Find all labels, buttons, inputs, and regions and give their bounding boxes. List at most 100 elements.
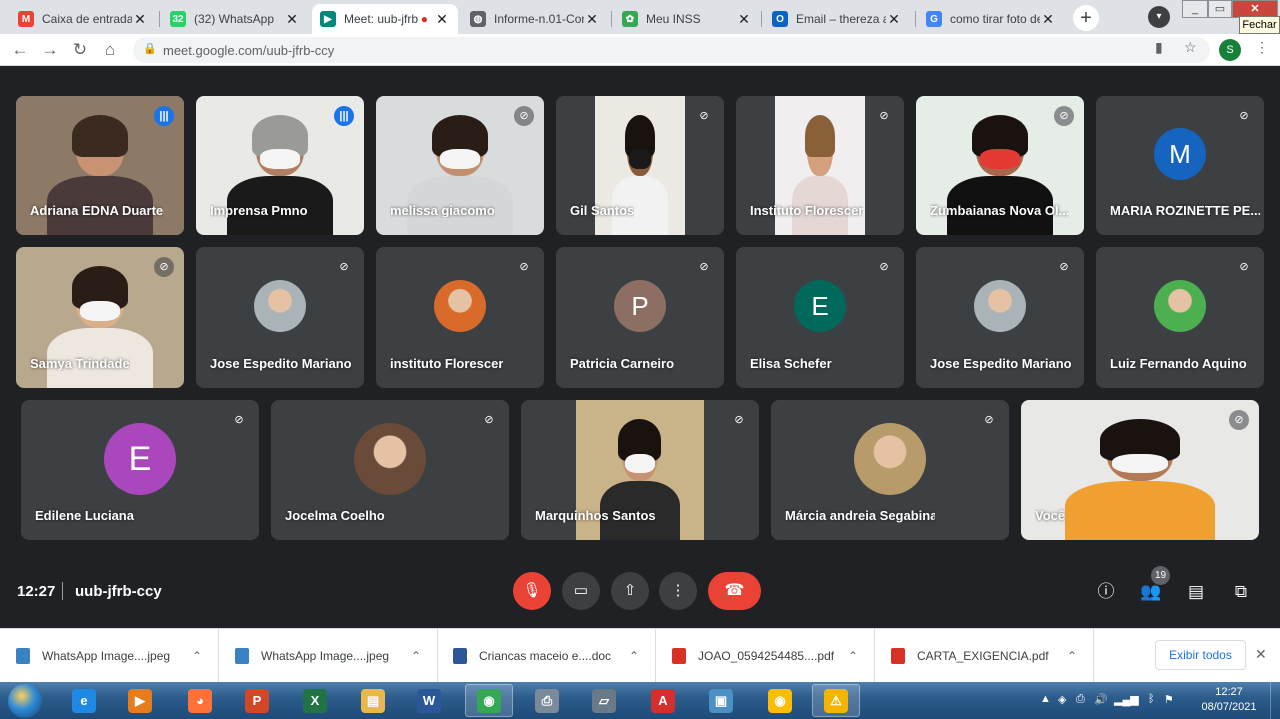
participant-tile[interactable]: ||| Imprensa Pmno bbox=[196, 96, 364, 235]
security-icon[interactable]: ◈ bbox=[1058, 693, 1066, 706]
participant-tile[interactable]: ⊘ Marquinhos Santos bbox=[521, 400, 759, 540]
browser-tab[interactable]: ▶ Meet: uub-jfrb ● ✕ bbox=[312, 4, 458, 34]
participant-tile[interactable]: ||| Adriana EDNA Duarte bbox=[16, 96, 184, 235]
close-tab-icon[interactable]: ✕ bbox=[284, 11, 300, 28]
leave-call-button[interactable]: ☎ bbox=[708, 572, 761, 610]
participant-tile[interactable]: ⊘ instituto Florescer bbox=[376, 247, 544, 388]
download-item[interactable]: Criancas maceio e....doc ⌃ bbox=[437, 629, 656, 683]
printer-tray-icon[interactable]: ⎙ bbox=[1076, 693, 1085, 706]
taskbar-app-button[interactable]: W bbox=[405, 684, 453, 717]
chevron-up-icon[interactable]: ⌃ bbox=[848, 649, 858, 663]
taskbar-app-button[interactable]: ▣ bbox=[697, 684, 745, 717]
browser-tab[interactable]: ✿ Meu INSS ✕ bbox=[614, 4, 760, 34]
maximize-button[interactable]: ▭ bbox=[1208, 0, 1232, 18]
volume-icon[interactable]: 🔊 bbox=[1094, 693, 1108, 706]
participant-tile[interactable]: ⊘ Jose Espedito Mariano bbox=[916, 247, 1084, 388]
taskbar-app-button[interactable]: ◉ bbox=[465, 684, 513, 717]
camera-button[interactable]: ▭ bbox=[562, 572, 600, 610]
start-button[interactable] bbox=[8, 684, 42, 718]
signal-icon[interactable]: ▂▄▆ bbox=[1114, 693, 1139, 706]
download-item[interactable]: WhatsApp Image....jpeg ⌃ bbox=[0, 629, 219, 683]
participant-tile[interactable]: ⊘ Jocelma Coelho bbox=[271, 400, 509, 540]
participant-name: instituto Florescer bbox=[390, 356, 504, 371]
close-tab-icon[interactable]: ✕ bbox=[1040, 11, 1056, 28]
back-arrow-icon[interactable]: ← bbox=[9, 39, 31, 61]
participant-tile[interactable]: E ⊘ Edilene Luciana bbox=[21, 400, 259, 540]
participant-name: Jose Espedito Mariano bbox=[930, 356, 1072, 371]
new-tab-button[interactable]: + bbox=[1073, 5, 1099, 31]
file-icon bbox=[16, 648, 30, 664]
face-mask bbox=[80, 301, 120, 321]
lock-icon: 🔒 bbox=[143, 43, 157, 55]
account-avatar[interactable]: S bbox=[1219, 39, 1241, 61]
download-item[interactable]: JOAO_0594254485....pdf ⌃ bbox=[656, 629, 875, 683]
browser-tab[interactable]: M Caixa de entrada (✕ bbox=[10, 4, 156, 34]
close-download-shelf-icon[interactable]: ✕ bbox=[1255, 646, 1267, 663]
windows-taskbar: e ▶ ◕ P X ▤ W ◉ ⎙ ▱ A ▣ ◉ ⚠ ▲ ◈ ⎙ 🔊 ▂▄▆ ᛒ ⚑ 12:27 08/… bbox=[0, 682, 1280, 719]
participant-tile[interactable]: ⊘ Jose Espedito Mariano bbox=[196, 247, 364, 388]
home-icon[interactable]: ⌂ bbox=[99, 39, 121, 61]
activities-icon[interactable]: ⧉ bbox=[1229, 580, 1253, 604]
chevron-up-icon[interactable]: ⌃ bbox=[411, 649, 421, 663]
participant-tile[interactable]: ⊘ Gil Santos bbox=[556, 96, 724, 235]
bluetooth-icon[interactable]: ᛒ bbox=[1148, 693, 1155, 705]
chevron-up-icon[interactable]: ⌃ bbox=[192, 649, 202, 663]
taskbar-app-button[interactable]: ▤ bbox=[349, 684, 397, 717]
close-tab-icon[interactable]: ✕ bbox=[886, 11, 902, 28]
participant-tile[interactable]: E ⊘ Elisa Schefer bbox=[736, 247, 904, 388]
close-tab-icon[interactable]: ✕ bbox=[736, 11, 752, 28]
microphone-off-button[interactable]: 🎙 bbox=[513, 572, 551, 610]
participant-tile[interactable]: ⊘ Instituto Florescer bbox=[736, 96, 904, 235]
taskbar-app-button[interactable]: ◕ bbox=[176, 684, 224, 717]
taskbar-app-button[interactable]: A bbox=[639, 684, 687, 717]
ie-icon: e bbox=[72, 688, 96, 713]
more-options-button[interactable]: ⋮ bbox=[659, 572, 697, 610]
taskbar-app-button[interactable]: ⚠ bbox=[812, 684, 860, 717]
participant-tile[interactable]: ⊘ Márcia andreia Segabinazi Schee... bbox=[771, 400, 1009, 540]
participant-tile[interactable]: P ⊘ Patricia Carneiro bbox=[556, 247, 724, 388]
participant-tile[interactable]: M ⊘ MARIA ROZINETTE PE... bbox=[1096, 96, 1264, 235]
meeting-info-icon[interactable]: ⓘ bbox=[1094, 580, 1118, 604]
chrome-icon: ◉ bbox=[477, 688, 501, 713]
taskbar-app-button[interactable]: X bbox=[291, 684, 339, 717]
participant-tile[interactable]: ⊘ Luiz Fernando Aquino bbox=[1096, 247, 1264, 388]
address-bar[interactable]: 🔒 meet.google.com/uub-jfrb-ccy bbox=[133, 37, 1210, 63]
minimize-button[interactable]: _ bbox=[1182, 0, 1208, 18]
browser-tab[interactable]: ◍ Informe-n.01-Con ✕ bbox=[462, 4, 608, 34]
show-all-downloads-button[interactable]: Exibir todos bbox=[1155, 640, 1246, 670]
browser-tab[interactable]: 32 (32) WhatsApp ✕ bbox=[162, 4, 308, 34]
participant-tile[interactable]: ⊘ Zumbaianas Nova Ol... bbox=[916, 96, 1084, 235]
chrome-menu-icon[interactable]: ⋮ bbox=[1255, 39, 1269, 56]
taskbar-app-button[interactable]: ▶ bbox=[116, 684, 164, 717]
browser-tab[interactable]: O Email – thereza an✕ bbox=[764, 4, 910, 34]
download-filename: JOAO_0594254485....pdf bbox=[698, 649, 835, 663]
taskbar-app-button[interactable]: ⎙ bbox=[523, 684, 571, 717]
present-screen-button[interactable]: ⇧ bbox=[611, 572, 649, 610]
taskbar-app-button[interactable]: ▱ bbox=[580, 684, 628, 717]
reload-icon[interactable]: ↻ bbox=[69, 39, 91, 61]
browser-tab[interactable]: Gcomo tirar foto de ✕ bbox=[918, 4, 1064, 34]
show-desktop-button[interactable] bbox=[1270, 682, 1280, 719]
tray-expand-icon[interactable]: ▲ bbox=[1040, 693, 1051, 705]
close-tab-icon[interactable]: ✕ bbox=[584, 11, 600, 28]
participant-tile[interactable]: ⊘ Você bbox=[1021, 400, 1259, 540]
file-icon bbox=[235, 648, 249, 664]
forward-arrow-icon[interactable]: → bbox=[39, 39, 61, 61]
close-tab-icon[interactable]: ✕ bbox=[434, 11, 450, 28]
participant-tile[interactable]: ⊘ Samya Trindade bbox=[16, 247, 184, 388]
bookmark-star-icon[interactable]: ☆ bbox=[1184, 39, 1197, 56]
taskbar-app-button[interactable]: ◉ bbox=[756, 684, 804, 717]
download-item[interactable]: WhatsApp Image....jpeg ⌃ bbox=[219, 629, 438, 683]
action-center-flag-icon[interactable]: ⚑ bbox=[1164, 693, 1174, 706]
camera-indicator-icon[interactable]: ▮ bbox=[1155, 39, 1163, 56]
participant-tile[interactable]: ⊘ melissa giacomo bbox=[376, 96, 544, 235]
close-tab-icon[interactable]: ✕ bbox=[132, 11, 148, 28]
chat-icon[interactable]: ▤ bbox=[1184, 580, 1208, 604]
chrome-menu-dropdown-icon[interactable]: ▾ bbox=[1148, 6, 1170, 28]
chevron-up-icon[interactable]: ⌃ bbox=[629, 649, 639, 663]
taskbar-clock[interactable]: 12:27 08/07/2021 bbox=[1196, 685, 1262, 715]
chevron-up-icon[interactable]: ⌃ bbox=[1067, 649, 1077, 663]
download-item[interactable]: CARTA_EXIGENCIA.pdf ⌃ bbox=[875, 629, 1094, 683]
taskbar-app-button[interactable]: P bbox=[233, 684, 281, 717]
taskbar-app-button[interactable]: e bbox=[60, 684, 108, 717]
